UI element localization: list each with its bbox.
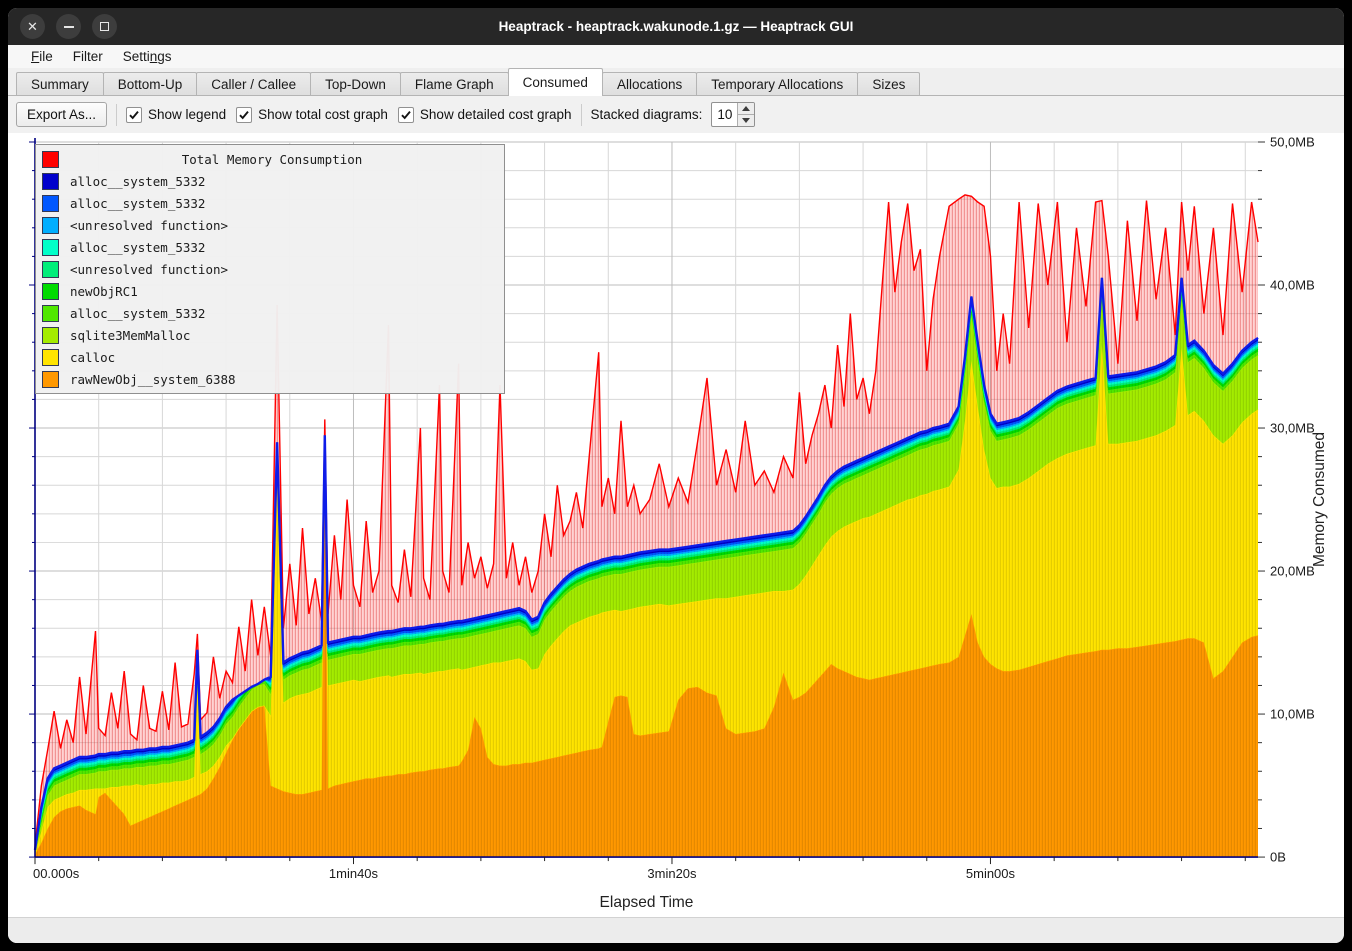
legend-swatch (42, 327, 59, 344)
checkbox-show-legend[interactable]: Show legend (126, 107, 226, 123)
stacked-diagrams-label: Stacked diagrams: (591, 107, 703, 122)
legend-swatch (42, 305, 59, 322)
tab-consumed[interactable]: Consumed (508, 68, 603, 96)
legend-entry: rawNewObj__system_6388 (36, 368, 504, 390)
export-as-button[interactable]: Export As... (16, 102, 107, 127)
minimize-icon (64, 26, 74, 28)
menu-settings[interactable]: Settings (113, 48, 182, 65)
stacked-diagrams-value: 10 (712, 103, 737, 126)
tab-summary[interactable]: Summary (16, 72, 104, 96)
close-button[interactable]: ✕ (20, 14, 45, 39)
svg-text:10,0MB: 10,0MB (1270, 707, 1315, 722)
checkbox-label: Show detailed cost graph (420, 107, 572, 122)
legend-entry-label: <unresolved function> (70, 262, 228, 277)
legend-title: Total Memory Consumption (70, 152, 474, 167)
legend-entry-label: <unresolved function> (70, 218, 228, 233)
tab-caller-callee[interactable]: Caller / Callee (196, 72, 311, 96)
tab-flame-graph[interactable]: Flame Graph (400, 72, 509, 96)
menu-filter[interactable]: Filter (63, 48, 113, 65)
legend-swatch (42, 283, 59, 300)
checkbox-groups: Show legend Show total cost graph Show det… (126, 107, 572, 123)
legend-entry: <unresolved function> (36, 258, 504, 280)
tab-top-down[interactable]: Top-Down (310, 72, 401, 96)
svg-text:5min00s: 5min00s (966, 866, 1016, 881)
chart-legend: Total Memory Consumption alloc__system_53… (35, 144, 505, 394)
toolbar-separator (581, 104, 582, 126)
legend-entry: alloc__system_5332 (36, 192, 504, 214)
window-title: Heaptrack - heaptrack.wakunode.1.gz — He… (8, 19, 1344, 34)
legend-entry-label: newObjRC1 (70, 284, 138, 299)
checkbox-label: Show legend (148, 107, 226, 122)
minimize-button[interactable] (56, 14, 81, 39)
chart-panel: 00.000s 1min40s 3min20s 5min00s 0B 10,0MB 20,0… (8, 133, 1344, 917)
tab-temporary-allocations[interactable]: Temporary Allocations (696, 72, 858, 96)
legend-entry: newObjRC1 (36, 280, 504, 302)
legend-entry-label: rawNewObj__system_6388 (70, 372, 236, 387)
legend-swatch (42, 217, 59, 234)
check-icon (400, 109, 412, 121)
svg-text:50,0MB: 50,0MB (1270, 134, 1315, 149)
tab-bottom-up[interactable]: Bottom-Up (103, 72, 198, 96)
legend-swatch (42, 371, 59, 388)
checkbox-label: Show total cost graph (258, 107, 388, 122)
svg-text:30,0MB: 30,0MB (1270, 421, 1315, 436)
checkbox-box[interactable] (398, 107, 414, 123)
maximize-button[interactable] (92, 14, 117, 39)
legend-entry: alloc__system_5332 (36, 302, 504, 324)
tab-bar: SummaryBottom-UpCaller / CalleeTop-DownF… (8, 68, 1344, 96)
svg-text:20,0MB: 20,0MB (1270, 564, 1315, 579)
checkbox-box[interactable] (126, 107, 142, 123)
legend-swatch (42, 261, 59, 278)
tab-sizes[interactable]: Sizes (857, 72, 920, 96)
stepper-up-button[interactable] (738, 103, 754, 114)
toolbar-separator (116, 104, 117, 126)
app-window: ✕ Heaptrack - heaptrack.wakunode.1.gz — … (8, 8, 1344, 943)
x-axis-title: Elapsed Time (600, 894, 694, 911)
legend-swatch (42, 173, 59, 190)
legend-entry: alloc__system_5332 (36, 236, 504, 258)
check-icon (128, 109, 140, 121)
legend-swatch (42, 195, 59, 212)
legend-entry-label: alloc__system_5332 (70, 306, 205, 321)
toolbar: Export As... Show legend Show total cost … (8, 96, 1344, 133)
stepper-buttons (737, 103, 754, 126)
menu-file[interactable]: File (21, 48, 63, 65)
chevron-up-icon (742, 106, 750, 111)
status-bar (8, 917, 1344, 943)
checkbox-box[interactable] (236, 107, 252, 123)
legend-entry-label: calloc (70, 350, 115, 365)
svg-text:00.000s: 00.000s (33, 866, 80, 881)
legend-swatch (42, 349, 59, 366)
legend-entry-label: sqlite3MemMalloc (70, 328, 190, 343)
stepper-down-button[interactable] (738, 114, 754, 126)
chevron-down-icon (742, 118, 750, 123)
stacked-diagrams-stepper[interactable]: 10 (711, 102, 755, 127)
legend-entry-label: alloc__system_5332 (70, 196, 205, 211)
check-icon (238, 109, 250, 121)
legend-entry: <unresolved function> (36, 214, 504, 236)
window-controls: ✕ (20, 14, 117, 39)
menu-bar: FileFilterSettings (8, 45, 1344, 68)
tab-allocations[interactable]: Allocations (602, 72, 697, 96)
legend-swatch (42, 239, 59, 256)
legend-entry-label: alloc__system_5332 (70, 240, 205, 255)
legend-swatch (42, 151, 59, 168)
legend-title-row: Total Memory Consumption (36, 148, 504, 170)
svg-text:1min40s: 1min40s (329, 866, 379, 881)
close-icon: ✕ (27, 20, 38, 33)
svg-text:40,0MB: 40,0MB (1270, 278, 1315, 293)
legend-entry: calloc (36, 346, 504, 368)
y-axis-title: Memory Consumed (1311, 432, 1328, 567)
legend-entry-label: alloc__system_5332 (70, 174, 205, 189)
svg-text:0B: 0B (1270, 850, 1286, 865)
svg-text:3min20s: 3min20s (647, 866, 697, 881)
maximize-icon (100, 22, 109, 31)
title-bar: ✕ Heaptrack - heaptrack.wakunode.1.gz — … (8, 8, 1344, 45)
legend-entry: alloc__system_5332 (36, 170, 504, 192)
checkbox-show-total-cost-graph[interactable]: Show total cost graph (236, 107, 388, 123)
legend-entry: sqlite3MemMalloc (36, 324, 504, 346)
checkbox-show-detailed-cost-graph[interactable]: Show detailed cost graph (398, 107, 572, 123)
screen: { "window": { "title": "Heaptrack - heap… (0, 0, 1352, 951)
